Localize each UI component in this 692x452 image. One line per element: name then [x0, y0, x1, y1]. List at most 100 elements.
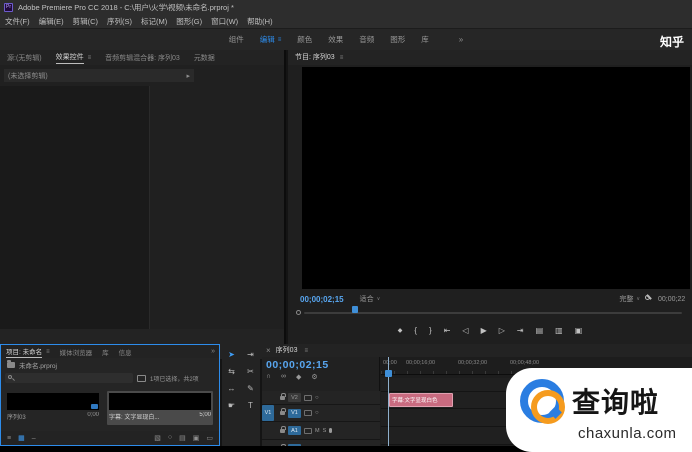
snap-button[interactable]: ∩ — [266, 373, 271, 381]
scrubber-track[interactable] — [304, 312, 682, 314]
voiceover-mic-icon[interactable] — [329, 428, 333, 433]
play-button[interactable]: ▶ — [481, 326, 487, 335]
mark-out-button[interactable]: } — [429, 326, 432, 335]
pen-tool[interactable]: ✎ — [241, 382, 260, 395]
menu-edit[interactable]: 编辑(E) — [39, 16, 64, 27]
type-tool[interactable]: T — [241, 399, 260, 412]
scrubber-playhead[interactable] — [352, 306, 358, 313]
go-to-out-button[interactable]: ⇥ — [517, 326, 524, 335]
mark-in-button[interactable]: { — [414, 326, 417, 335]
slip-tool[interactable]: ↔ — [222, 382, 241, 395]
project-panel-menu-icon[interactable]: ≡ — [46, 349, 50, 355]
lock-icon[interactable] — [280, 408, 286, 415]
find-button[interactable]: ○ — [168, 434, 172, 442]
playback-resolution-select[interactable]: 完整 — [619, 294, 633, 304]
track-badge-icon[interactable] — [304, 394, 312, 401]
track-select-forward-tool[interactable]: ⇥ — [241, 348, 260, 361]
project-overflow-icon[interactable]: » — [211, 348, 215, 355]
menu-file[interactable]: 文件(F) — [5, 16, 30, 27]
step-forward-button[interactable]: ▷ — [499, 326, 505, 335]
menu-graphics[interactable]: 图形(G) — [176, 16, 202, 27]
menu-help[interactable]: 帮助(H) — [247, 16, 272, 27]
settings-wrench-icon[interactable] — [645, 295, 653, 303]
tab-metadata[interactable]: 元数据 — [194, 53, 215, 63]
icon-view-button[interactable]: ▦ — [18, 434, 25, 442]
track-badge-icon[interactable] — [304, 427, 312, 434]
menu-markers[interactable]: 标记(M) — [141, 16, 167, 27]
step-back-button[interactable]: ◁ — [462, 326, 468, 335]
tab-audio-clip-mixer[interactable]: 音频剪辑混合器: 序列03 — [105, 53, 180, 63]
toggle-track-output-icon[interactable]: ○ — [315, 410, 319, 416]
lock-icon[interactable] — [280, 425, 286, 433]
new-bin-button[interactable]: ▤ — [179, 434, 186, 442]
project-file-row[interactable]: 未命名.prproj — [1, 358, 219, 371]
menu-sequence[interactable]: 序列(S) — [107, 16, 132, 27]
workspace-tab-libraries[interactable]: 库 — [421, 34, 429, 45]
timeline-playhead-handle[interactable] — [385, 370, 392, 377]
add-marker-button[interactable]: ◆ — [296, 373, 301, 381]
close-icon[interactable]: × — [266, 346, 271, 355]
list-view-button[interactable]: ≡ — [7, 435, 11, 442]
zoom-level-select[interactable]: 适合 — [360, 294, 374, 304]
scrubber-zoom-handle[interactable] — [296, 310, 301, 315]
tab-effect-controls[interactable]: 效果控件 — [55, 52, 84, 64]
source-patch-v1[interactable]: V1 — [262, 405, 274, 421]
panel-menu-icon[interactable]: ≡ — [88, 55, 92, 61]
tab-program-monitor[interactable]: 节目: 序列03 — [295, 52, 335, 63]
lift-button[interactable]: ▤ — [536, 326, 544, 335]
extract-button[interactable]: ▥ — [555, 326, 563, 335]
razor-tool[interactable]: ✂ — [241, 365, 260, 378]
new-item-button[interactable]: ▣ — [193, 434, 200, 442]
workspace-tab-color[interactable]: 颜色 — [297, 34, 312, 45]
mute-button[interactable]: M — [315, 428, 320, 434]
timeline-clip-title[interactable]: 字幕:文字显现白色 — [389, 393, 453, 407]
clear-button[interactable]: ▭ — [206, 434, 213, 442]
search-input[interactable] — [5, 373, 133, 383]
tab-project[interactable]: 项目: 未命名 — [6, 346, 43, 358]
zoom-slider[interactable]: ‒ — [32, 435, 36, 442]
automate-to-sequence-button[interactable]: ▧ — [154, 434, 161, 442]
workspace-menu-icon[interactable]: ≡ — [278, 37, 282, 43]
workspace-overflow-icon[interactable]: » — [459, 35, 463, 44]
sequence-thumbnail[interactable] — [7, 393, 99, 410]
add-marker-button[interactable]: ◆ — [398, 327, 403, 334]
export-frame-button[interactable]: ▣ — [575, 326, 583, 335]
track-target-v2[interactable]: V2 — [288, 393, 301, 402]
timeline-timecode[interactable]: 00;00;02;15 — [266, 359, 329, 371]
timeline-settings-button[interactable]: ⚙ — [311, 373, 317, 381]
selection-tool[interactable]: ➤ — [222, 348, 241, 361]
menu-window[interactable]: 窗口(W) — [211, 16, 238, 27]
project-item-sequence[interactable]: 序列03 0;00 — [5, 391, 101, 425]
menu-clip[interactable]: 剪辑(C) — [73, 16, 98, 27]
track-badge-icon[interactable] — [304, 410, 312, 416]
track-target-v1[interactable]: V1 — [288, 408, 301, 418]
toggle-track-output-icon[interactable]: ○ — [315, 395, 319, 401]
tab-source-monitor[interactable]: 源:(无剪辑) — [7, 53, 42, 63]
project-item-title[interactable]: 字幕: 文字显现白... 5;00 — [107, 391, 213, 425]
go-to-in-button[interactable]: ⇤ — [444, 326, 451, 335]
program-panel-menu-icon[interactable]: ≡ — [340, 55, 344, 61]
source-patch-empty[interactable] — [262, 391, 274, 404]
title-bar[interactable]: Pr Adobe Premiere Pro CC 2018 - C:\用户\火学… — [0, 0, 692, 15]
workspace-tab-audio[interactable]: 音频 — [359, 34, 374, 45]
title-thumbnail[interactable] — [109, 393, 211, 410]
tab-libraries[interactable]: 库 — [102, 347, 109, 357]
workspace-tab-effects[interactable]: 效果 — [328, 34, 343, 45]
workspace-tab-graphics[interactable]: 图形 — [390, 34, 405, 45]
source-patch-empty[interactable] — [262, 422, 274, 439]
program-scrubber[interactable] — [296, 306, 686, 316]
expander-icon[interactable]: ▸ — [186, 72, 190, 80]
workspace-tab-editing[interactable]: 编辑 — [260, 34, 275, 45]
tab-info[interactable]: 信息 — [119, 347, 132, 357]
tab-media-browser[interactable]: 媒体浏览器 — [60, 347, 93, 357]
workspace-tab-assembly[interactable]: 组件 — [229, 34, 244, 45]
solo-button[interactable]: S — [323, 428, 327, 434]
tab-timeline-sequence[interactable]: 序列03 — [276, 345, 298, 356]
timeline-panel-menu-icon[interactable]: ≡ — [304, 348, 308, 354]
filter-bin-icon[interactable] — [137, 374, 146, 382]
lock-icon[interactable] — [280, 392, 286, 400]
hand-tool[interactable]: ☛ — [222, 399, 241, 412]
linked-selection-button[interactable]: ∞ — [281, 373, 286, 381]
ripple-edit-tool[interactable]: ⇆ — [222, 365, 241, 378]
track-target-a1[interactable]: A1 — [288, 426, 301, 435]
